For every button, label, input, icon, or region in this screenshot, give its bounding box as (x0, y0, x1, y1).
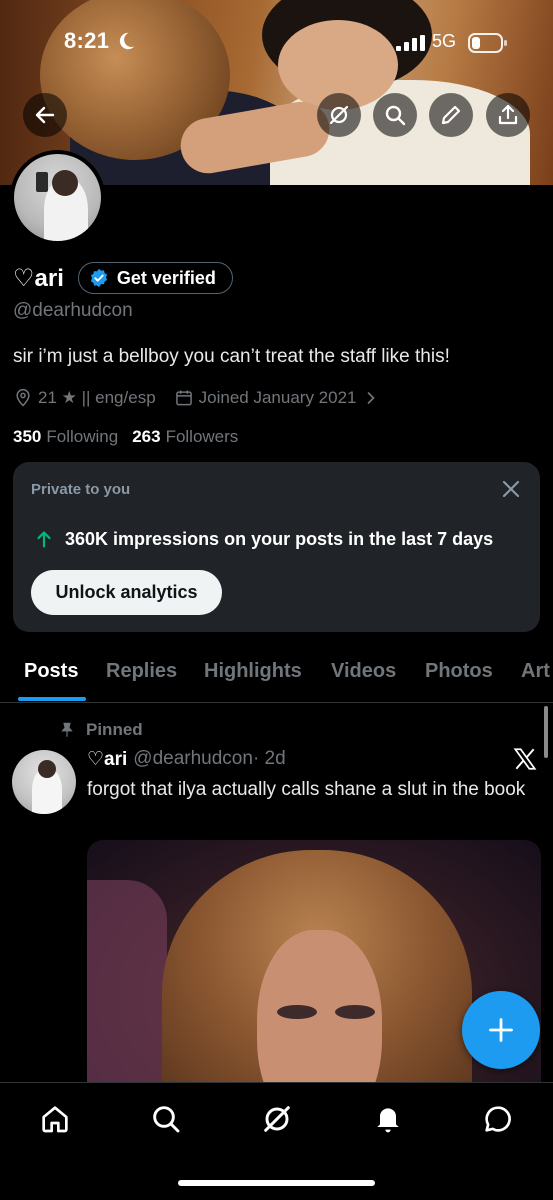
search-icon[interactable] (150, 1103, 182, 1135)
tab-videos[interactable]: Videos (331, 660, 396, 683)
edit-button[interactable] (429, 93, 473, 137)
post-age: · 2d (252, 748, 286, 769)
scrollbar-thumb[interactable] (544, 706, 548, 758)
x-logo-icon (513, 748, 537, 770)
share-button[interactable] (486, 93, 530, 137)
moon-icon (119, 32, 135, 50)
tab-articles[interactable]: Art (521, 660, 550, 683)
post-header: ♡ari @dearhudcon · 2d (87, 748, 286, 771)
arrow-up-icon (37, 531, 51, 548)
display-name: ♡ari (13, 264, 64, 292)
following-link[interactable]: 350 Following (13, 427, 118, 447)
network-type: 5G (432, 31, 457, 51)
impressions-row: 360K impressions on your posts in the la… (33, 528, 493, 550)
messages-icon[interactable] (482, 1103, 514, 1135)
pinned-indicator: Pinned (58, 720, 143, 740)
profile-avatar[interactable] (10, 150, 105, 245)
name-row: ♡ari Get verified (13, 262, 233, 294)
profile-joined: Joined January 2021 (198, 388, 357, 407)
search-button[interactable] (373, 93, 417, 137)
notifications-icon[interactable] (372, 1103, 404, 1135)
back-button[interactable] (23, 93, 67, 137)
plus-icon (489, 1018, 513, 1042)
get-verified-label: Get verified (116, 267, 216, 288)
status-bar: 8:21 5G (0, 28, 553, 58)
compose-post-button[interactable] (462, 991, 540, 1069)
pin-icon (61, 722, 73, 737)
home-icon[interactable] (39, 1103, 71, 1135)
tab-photos[interactable]: Photos (425, 660, 493, 683)
chevron-right-icon[interactable] (361, 388, 381, 408)
back-arrow-icon (35, 106, 55, 124)
verified-badge-icon (90, 268, 107, 288)
home-indicator[interactable] (178, 1180, 375, 1186)
profile-bio: sir i’m just a bellboy you can’t treat t… (13, 346, 450, 367)
active-tab-indicator (18, 697, 86, 701)
follow-stats: 350 Following 263 Followers (13, 427, 238, 447)
get-verified-button[interactable]: Get verified (77, 262, 233, 294)
share-icon (498, 104, 518, 125)
followers-link[interactable]: 263 Followers (132, 427, 238, 447)
close-icon[interactable] (499, 477, 523, 501)
post-author-avatar[interactable] (12, 750, 76, 814)
grok-icon[interactable] (261, 1103, 293, 1135)
tab-highlights[interactable]: Highlights (204, 660, 302, 683)
pinned-label: Pinned (86, 720, 143, 739)
analytics-card: Private to you 360K impressions on your … (13, 462, 540, 632)
profile-tabs: Posts Replies Highlights Videos Photos A… (0, 650, 553, 703)
post-text: forgot that ilya actually calls shane a … (87, 779, 526, 800)
grok-icon (329, 105, 349, 125)
tab-posts[interactable]: Posts (24, 660, 78, 683)
grok-button[interactable] (317, 93, 361, 137)
unlock-analytics-button[interactable]: Unlock analytics (31, 570, 222, 615)
post-author-handle: @dearhudcon (133, 748, 253, 769)
private-label: Private to you (31, 481, 131, 498)
post-media-image[interactable] (87, 840, 541, 1100)
search-icon (385, 105, 406, 126)
location-icon (16, 388, 30, 407)
battery-icon (468, 33, 507, 53)
profile-handle: @dearhudcon (13, 300, 133, 321)
impressions-text: 360K impressions on your posts in the la… (65, 528, 494, 549)
profile-location: 21 ★ || eng/esp (38, 388, 156, 407)
tab-replies[interactable]: Replies (106, 660, 177, 683)
profile-meta: 21 ★ || eng/esp Joined January 2021 (13, 386, 386, 410)
calendar-icon (175, 390, 192, 406)
cellular-signal-icon (396, 35, 425, 51)
edit-icon (441, 105, 461, 125)
post-author-name[interactable]: ♡ari (87, 748, 127, 771)
status-time: 8:21 (64, 28, 110, 53)
